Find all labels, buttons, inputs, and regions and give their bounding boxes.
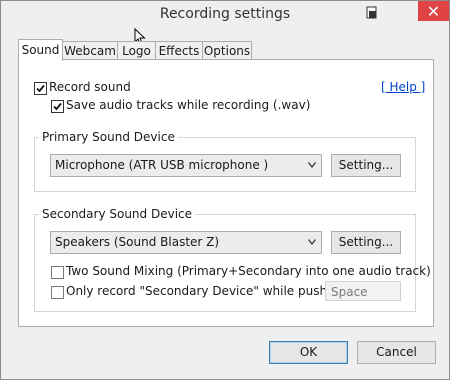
- push-hotkey-field[interactable]: Space: [325, 281, 401, 301]
- tab-options[interactable]: Options: [202, 41, 252, 60]
- primary-device-select[interactable]: Microphone (ATR USB microphone ): [50, 154, 322, 177]
- primary-device-value: Microphone (ATR USB microphone ): [55, 158, 269, 172]
- only-secondary-label[interactable]: Only record "Secondary Device" while pus…: [66, 284, 346, 298]
- checkmark-icon: [53, 102, 62, 111]
- secondary-device-select[interactable]: Speakers (Sound Blaster Z): [50, 231, 322, 254]
- pin-window-icon[interactable]: [366, 6, 378, 20]
- only-secondary-checkbox[interactable]: [51, 286, 64, 299]
- primary-group-title: Primary Sound Device: [39, 130, 178, 144]
- tab-effects[interactable]: Effects: [155, 41, 203, 60]
- close-icon: ✕: [426, 1, 441, 21]
- tab-webcam[interactable]: Webcam: [62, 41, 118, 60]
- title-bar[interactable]: Recording settings ✕: [1, 1, 449, 28]
- cancel-button[interactable]: Cancel: [357, 341, 436, 364]
- tab-logo[interactable]: Logo: [117, 41, 156, 60]
- record-sound-label[interactable]: Record sound: [49, 80, 131, 94]
- two-sound-mixing-checkbox[interactable]: [51, 266, 64, 279]
- help-link[interactable]: [ Help ]: [381, 80, 425, 94]
- primary-setting-button[interactable]: Setting...: [331, 154, 401, 177]
- secondary-setting-button[interactable]: Setting...: [331, 231, 401, 254]
- sound-tab-panel: Record sound [ Help ] Save audio tracks …: [18, 59, 434, 327]
- secondary-device-value: Speakers (Sound Blaster Z): [55, 235, 220, 249]
- ok-button[interactable]: OK: [269, 341, 348, 364]
- record-sound-checkbox[interactable]: [34, 82, 47, 95]
- save-wav-label[interactable]: Save audio tracks while recording (.wav): [66, 98, 310, 112]
- recording-settings-window: Recording settings ✕ Sound Webcam Logo E…: [0, 0, 450, 380]
- chevron-down-icon: [308, 162, 316, 168]
- window-title: Recording settings: [159, 6, 291, 22]
- close-button[interactable]: ✕: [418, 1, 449, 21]
- tab-sound[interactable]: Sound: [18, 39, 63, 61]
- secondary-group-title: Secondary Sound Device: [39, 207, 196, 221]
- two-sound-mixing-label[interactable]: Two Sound Mixing (Primary+Secondary into…: [66, 264, 431, 278]
- checkmark-icon: [36, 84, 45, 93]
- save-wav-checkbox[interactable]: [51, 100, 64, 113]
- chevron-down-icon: [308, 239, 316, 245]
